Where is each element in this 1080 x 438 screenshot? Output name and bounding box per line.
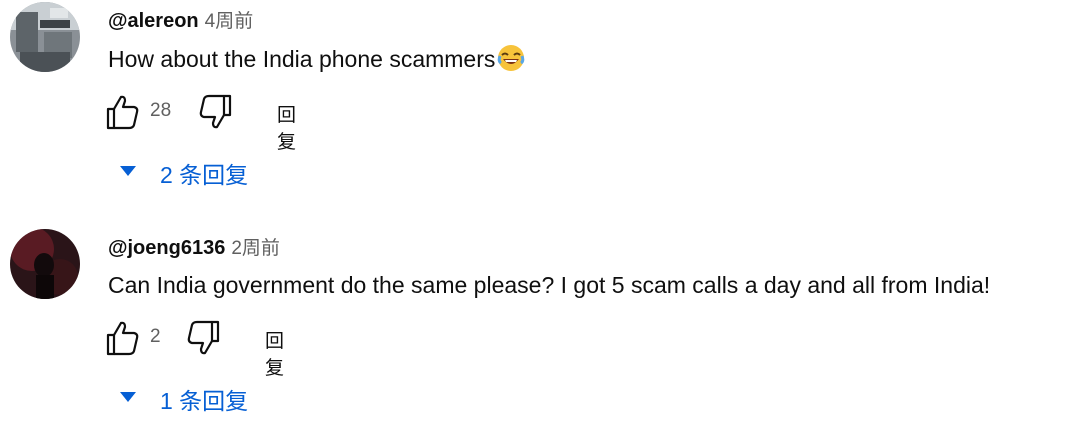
thumbs-down-icon[interactable] (196, 92, 236, 132)
reply-button[interactable]: 回复 (265, 326, 284, 380)
laughing-emoji-icon (498, 45, 525, 71)
comment-text: How about the India phone scammers (108, 44, 525, 73)
replies-count-label: 1 条回复 (160, 388, 249, 414)
caret-down-icon (120, 166, 136, 176)
thumbs-up-icon[interactable] (102, 318, 142, 358)
timestamp[interactable]: 4周前 (205, 11, 254, 32)
comment-header: @alereon 4周前 (108, 6, 253, 33)
comment-text: Can India government do the same please?… (108, 272, 990, 299)
caret-down-icon (120, 392, 136, 402)
like-count: 28 (150, 100, 172, 121)
comment-body: Can India government do the same please?… (108, 272, 991, 298)
author-name[interactable]: @alereon (108, 10, 199, 32)
comment-header: @joeng6136 2周前 (108, 233, 280, 260)
replies-count-label: 2 条回复 (160, 162, 249, 188)
thumbs-up-icon[interactable] (102, 92, 142, 132)
timestamp[interactable]: 2周前 (231, 238, 280, 259)
avatar[interactable] (10, 2, 80, 72)
avatar[interactable] (10, 229, 80, 299)
reply-button[interactable]: 回复 (277, 100, 296, 154)
thumbs-down-icon[interactable] (184, 318, 224, 358)
author-name[interactable]: @joeng6136 (108, 237, 225, 259)
like-count: 2 (150, 326, 161, 347)
comment-body: How about the India phone scammers (108, 46, 496, 72)
